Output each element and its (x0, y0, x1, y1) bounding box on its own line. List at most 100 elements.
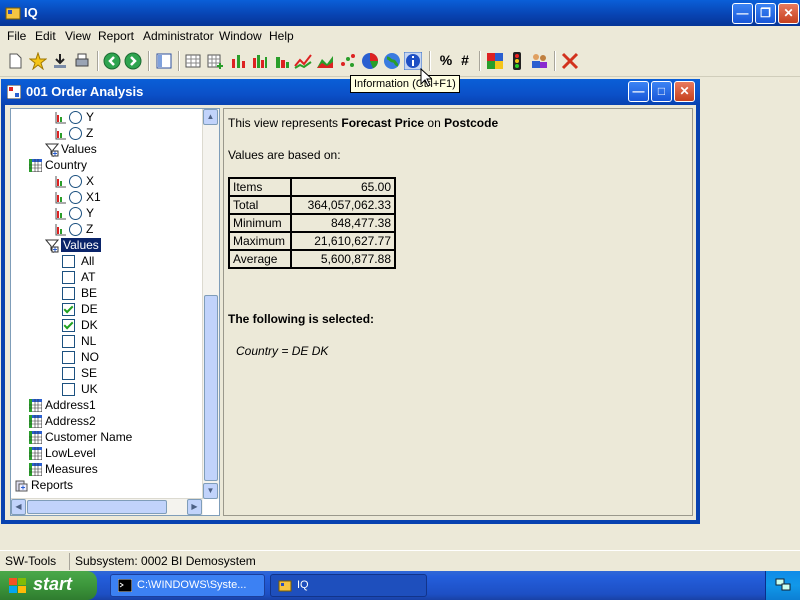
tree-node[interactable]: Values (45, 237, 101, 253)
network-icon[interactable] (775, 578, 791, 592)
restore-button[interactable]: ❐ (755, 3, 776, 24)
scroll-thumb[interactable] (204, 295, 218, 481)
tree-node[interactable]: AT (62, 269, 95, 285)
minimize-button[interactable]: — (732, 3, 753, 24)
radio-button[interactable] (69, 127, 82, 141)
tree-node[interactable]: Country (29, 157, 87, 173)
layout-view-icon[interactable] (155, 52, 173, 70)
menu-view[interactable]: View (65, 29, 91, 43)
stat-value: 364,057,062.33 (290, 195, 396, 215)
checkbox[interactable] (62, 335, 75, 349)
new-document-icon[interactable] (6, 52, 24, 70)
tree-node-label: Z (86, 222, 94, 236)
tree-node[interactable]: Address2 (29, 413, 96, 429)
child-close-button[interactable]: ✕ (674, 81, 695, 102)
checkbox[interactable] (62, 319, 75, 333)
bar-chart-icon[interactable] (229, 52, 247, 70)
menu-help[interactable]: Help (269, 29, 294, 43)
checkbox[interactable] (62, 271, 75, 285)
task-iq[interactable]: IQ (270, 574, 427, 597)
tree-horizontal-scrollbar[interactable]: ◀ ▶ (11, 498, 203, 515)
tree-node[interactable]: Z (53, 125, 93, 141)
color-palette-icon[interactable] (486, 52, 504, 70)
radio-button[interactable] (69, 175, 82, 189)
table-grid-icon[interactable] (184, 52, 202, 70)
print-icon[interactable] (73, 52, 91, 70)
checkbox[interactable] (62, 367, 75, 381)
tree-node[interactable]: Measures (29, 461, 98, 477)
grouped-bar-icon[interactable] (273, 52, 291, 70)
tree-node[interactable]: X (53, 173, 94, 189)
intro-mid: on (424, 116, 445, 130)
tree-node[interactable]: Z (53, 221, 93, 237)
menu-edit[interactable]: Edit (35, 29, 56, 43)
tree-vertical-scrollbar[interactable]: ▲ ▼ (202, 109, 219, 499)
tree-node[interactable]: SE (62, 365, 97, 381)
radio-button[interactable] (69, 207, 82, 221)
back-arrow-icon[interactable] (103, 52, 121, 70)
start-button[interactable]: start (0, 571, 97, 600)
scroll-down-button[interactable]: ▼ (203, 483, 218, 499)
tree-node[interactable]: X1 (53, 189, 101, 205)
scatter-chart-icon[interactable] (339, 52, 357, 70)
checkbox[interactable] (62, 255, 75, 269)
filter-icon (45, 239, 59, 253)
tree-node[interactable]: NO (62, 349, 99, 365)
tree-node[interactable]: DE (62, 301, 98, 317)
scroll-left-button[interactable]: ◀ (11, 499, 26, 515)
hscroll-thumb[interactable] (27, 500, 167, 514)
stat-value: 5,600,877.88 (290, 249, 396, 269)
number-format-button[interactable]: # (456, 52, 474, 70)
pie-chart-icon[interactable] (361, 52, 379, 70)
app-icon (5, 7, 21, 20)
tree-node[interactable]: Address1 (29, 397, 96, 413)
tree-node[interactable]: UK (62, 381, 98, 397)
area-chart-icon[interactable] (316, 52, 334, 70)
child-maximize-button[interactable]: □ (651, 81, 672, 102)
tree-node[interactable]: Reports (15, 477, 73, 493)
tree-node[interactable]: DK (62, 317, 98, 333)
table-add-icon[interactable] (206, 52, 224, 70)
start-label: start (33, 574, 73, 594)
radio-button[interactable] (69, 191, 82, 205)
radio-button[interactable] (69, 111, 82, 125)
tree-node[interactable]: Values (45, 141, 97, 157)
tree-node[interactable]: Y (53, 205, 94, 221)
stacked-bar-icon[interactable] (251, 52, 269, 70)
favorites-star-icon[interactable] (29, 52, 47, 70)
menu-report[interactable]: Report (98, 29, 134, 43)
child-minimize-button[interactable]: — (628, 81, 649, 102)
tree-node[interactable]: All (62, 253, 94, 269)
users-icon[interactable] (530, 52, 548, 70)
traffic-light-icon[interactable] (508, 52, 526, 70)
forward-arrow-icon[interactable] (124, 52, 142, 70)
tree-node[interactable]: Y (53, 109, 94, 125)
scroll-right-button[interactable]: ▶ (187, 499, 202, 515)
checkbox[interactable] (62, 287, 75, 301)
checkbox[interactable] (62, 383, 75, 397)
tree-node-label: X (86, 174, 95, 188)
download-icon[interactable] (51, 52, 69, 70)
menu-administrator[interactable]: Administrator (143, 29, 214, 43)
delete-x-icon[interactable] (561, 52, 579, 70)
menu-window[interactable]: Window (219, 29, 262, 43)
task-command-prompt[interactable]: C:\WINDOWS\Syste... (110, 574, 265, 597)
radio-button[interactable] (69, 223, 82, 237)
tree-node[interactable]: LowLevel (29, 445, 96, 461)
tree-node[interactable]: BE (62, 285, 97, 301)
checkbox[interactable] (62, 351, 75, 365)
percent-button[interactable]: % (437, 52, 455, 70)
tree-node-label: Address2 (45, 414, 96, 428)
globe-map-icon[interactable] (383, 52, 401, 70)
tree-node[interactable]: Customer Name (29, 429, 132, 445)
line-chart-icon[interactable] (294, 52, 312, 70)
selected-heading: The following is selected: (228, 312, 375, 326)
stat-label: Items (228, 177, 292, 197)
checkbox[interactable] (62, 303, 75, 317)
menu-file[interactable]: File (7, 29, 26, 43)
close-button[interactable]: ✕ (778, 3, 799, 24)
axis-icon (55, 223, 66, 236)
scroll-up-button[interactable]: ▲ (203, 109, 218, 125)
intro-prefix: This view represents (228, 116, 342, 130)
tree-node[interactable]: NL (62, 333, 96, 349)
